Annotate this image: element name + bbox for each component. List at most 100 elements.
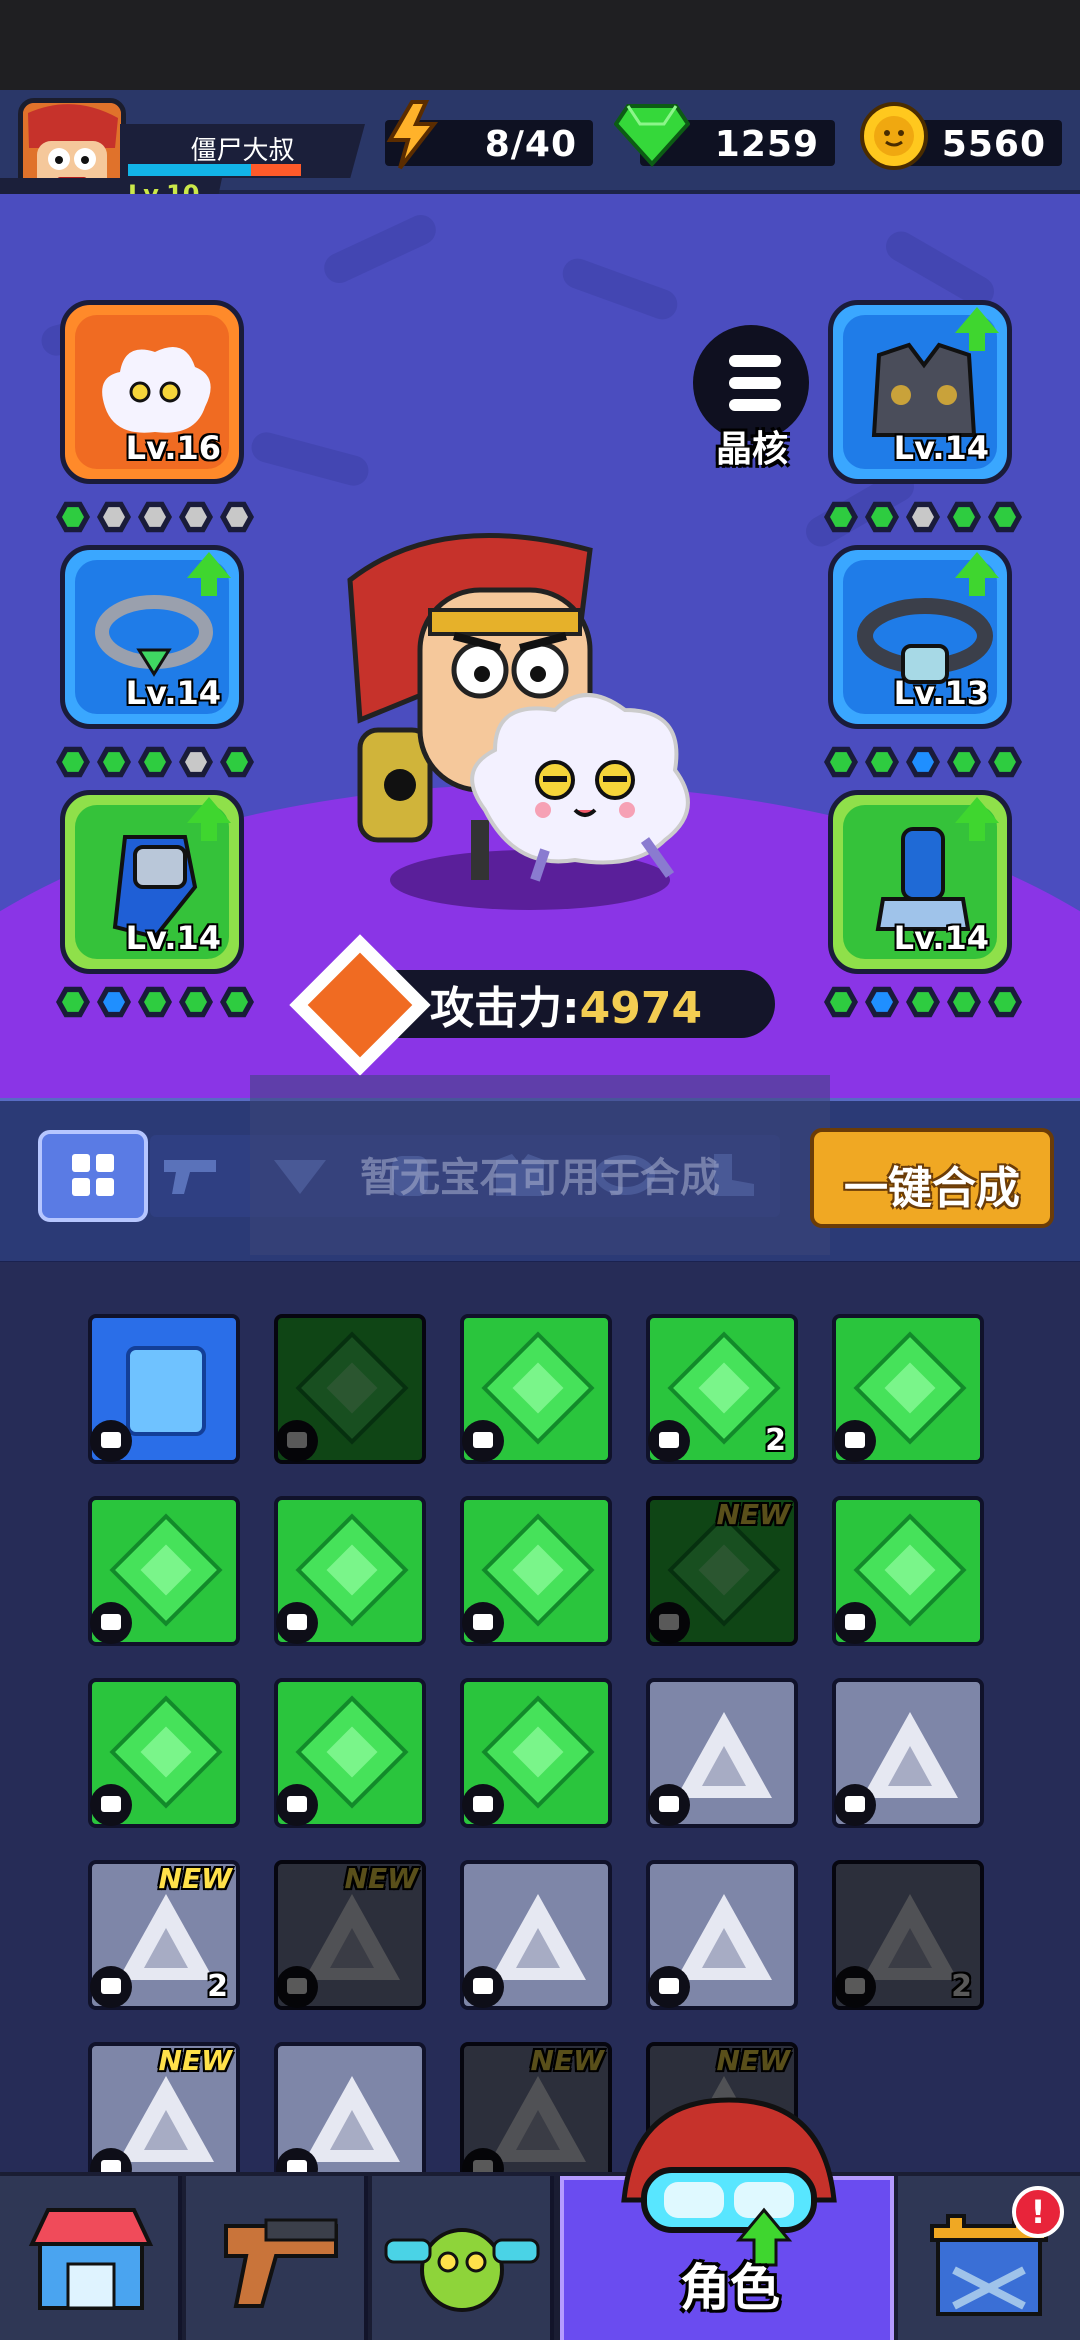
equip-rarity-dots [824, 745, 1022, 781]
inventory-gem-silver[interactable] [274, 2042, 426, 2192]
nav-tab-pets[interactable] [372, 2176, 554, 2340]
filter-all-button[interactable] [38, 1130, 148, 1222]
slot-type-icon [90, 1966, 132, 2008]
rarity-dot [220, 746, 254, 778]
slot-type-icon [462, 1602, 504, 1644]
equip-level: Lv.14 [893, 919, 989, 957]
slot-type-icon [276, 1966, 318, 2008]
rarity-dot [97, 746, 131, 778]
equip-rarity-dots [56, 500, 254, 536]
slot-type-icon [90, 1784, 132, 1826]
rarity-dot [824, 746, 858, 778]
shop-icon [28, 2208, 154, 2310]
inventory-gem-silver[interactable]: 2 NEW [88, 1860, 240, 2010]
top-status-strip [0, 0, 1080, 90]
inventory-gem-silver[interactable] [646, 1860, 798, 2010]
rarity-dot [906, 746, 940, 778]
rarity-dot [179, 746, 213, 778]
energy-value: 8/40 [484, 124, 577, 165]
inventory-gem-silver[interactable]: NEW [460, 2042, 612, 2192]
new-badge: NEW [716, 2044, 790, 2077]
toast-text: 暂无宝石可用于合成 [360, 1155, 720, 1201]
equip-slot-necklace[interactable]: Lv.14 [60, 545, 244, 729]
lightning-icon [382, 100, 439, 170]
inventory-gem-green[interactable] [274, 1314, 426, 1464]
rarity-dot [906, 501, 940, 533]
attack-value: 4974 [579, 983, 703, 1034]
inventory-gem-green[interactable] [832, 1496, 984, 1646]
rarity-dot [97, 986, 131, 1018]
filter-weapon-icon[interactable] [160, 1150, 220, 1200]
attack-label: 攻击力: [430, 983, 580, 1034]
item-count: 2 [951, 1969, 972, 2004]
equip-level: Lv.16 [125, 429, 221, 467]
rarity-dot [56, 746, 90, 778]
nav-tab-weapons[interactable] [186, 2176, 368, 2340]
slot-type-icon [462, 1966, 504, 2008]
slot-type-icon [462, 1420, 504, 1462]
equip-slot-belt[interactable]: Lv.13 [828, 545, 1012, 729]
inventory-gem-silver[interactable] [460, 1860, 612, 2010]
xp-progress-bar [128, 164, 301, 176]
inventory-gem-silver[interactable]: NEW [88, 2042, 240, 2192]
equip-level: Lv.13 [893, 674, 989, 712]
slot-type-icon [648, 1966, 690, 2008]
inventory-gem-green[interactable]: 2 [646, 1314, 798, 1464]
coin-icon [858, 100, 930, 170]
rarity-dot [138, 986, 172, 1018]
equip-slot-pet[interactable]: Lv.16 [60, 300, 244, 484]
inventory-gem-green[interactable] [274, 1496, 426, 1646]
rarity-dot [906, 986, 940, 1018]
inventory-gem-silver[interactable] [646, 1678, 798, 1828]
nav-tab-shop[interactable] [0, 2176, 182, 2340]
inventory-gem-silver[interactable] [832, 1678, 984, 1828]
gem-icon [613, 100, 691, 167]
inventory-gem-green[interactable] [88, 1496, 240, 1646]
rarity-dot [56, 986, 90, 1018]
inventory-gem-green[interactable]: NEW [646, 1496, 798, 1646]
rarity-dot [947, 501, 981, 533]
gem-value: 1259 [714, 124, 819, 165]
rarity-dot [865, 501, 899, 533]
inventory-gem-green[interactable] [460, 1496, 612, 1646]
slot-type-icon [90, 1420, 132, 1462]
inventory-gem-green[interactable] [460, 1678, 612, 1828]
inventory-gem-blue[interactable] [88, 1314, 240, 1464]
rarity-dot [824, 986, 858, 1018]
equip-rarity-dots [824, 500, 1022, 536]
equip-level: Lv.14 [893, 429, 989, 467]
equip-rarity-dots [824, 985, 1022, 1021]
equip-rarity-dots [56, 985, 254, 1021]
rarity-dot [179, 501, 213, 533]
no-merge-toast: 暂无宝石可用于合成 [250, 1075, 830, 1255]
rarity-dot [947, 746, 981, 778]
item-count: 2 [765, 1423, 786, 1458]
slot-type-icon [834, 1966, 876, 2008]
core-label: 晶核 [715, 429, 788, 470]
slot-type-icon [834, 1420, 876, 1462]
inventory-gem-green[interactable] [460, 1314, 612, 1464]
equip-slot-armor[interactable]: Lv.14 [828, 300, 1012, 484]
inventory-gem-silver[interactable]: 2 [832, 1860, 984, 2010]
rarity-dot [824, 501, 858, 533]
equip-level: Lv.14 [125, 919, 221, 957]
player-name: 僵尸大叔 [190, 136, 295, 166]
one-click-merge-button[interactable]: 一键合成 [810, 1128, 1054, 1228]
rarity-dot [138, 501, 172, 533]
slot-type-icon [276, 1784, 318, 1826]
new-badge: NEW [530, 2044, 604, 2077]
equip-slot-gauntlet[interactable]: Lv.14 [60, 790, 244, 974]
inventory-gem-green[interactable] [274, 1678, 426, 1828]
attack-power: 攻击力:4974 [430, 972, 702, 1036]
nav-tab-character-label: 角色 [680, 2259, 780, 2317]
rarity-dot [988, 501, 1022, 533]
rarity-dot [865, 986, 899, 1018]
rarity-dot [220, 501, 254, 533]
equip-slot-boots[interactable]: Lv.14 [828, 790, 1012, 974]
rarity-dot [988, 986, 1022, 1018]
inventory-gem-silver[interactable]: NEW [274, 1860, 426, 2010]
inventory-gem-green[interactable] [832, 1314, 984, 1464]
inventory-gem-green[interactable] [88, 1678, 240, 1828]
rarity-dot [179, 986, 213, 1018]
rarity-dot [138, 746, 172, 778]
